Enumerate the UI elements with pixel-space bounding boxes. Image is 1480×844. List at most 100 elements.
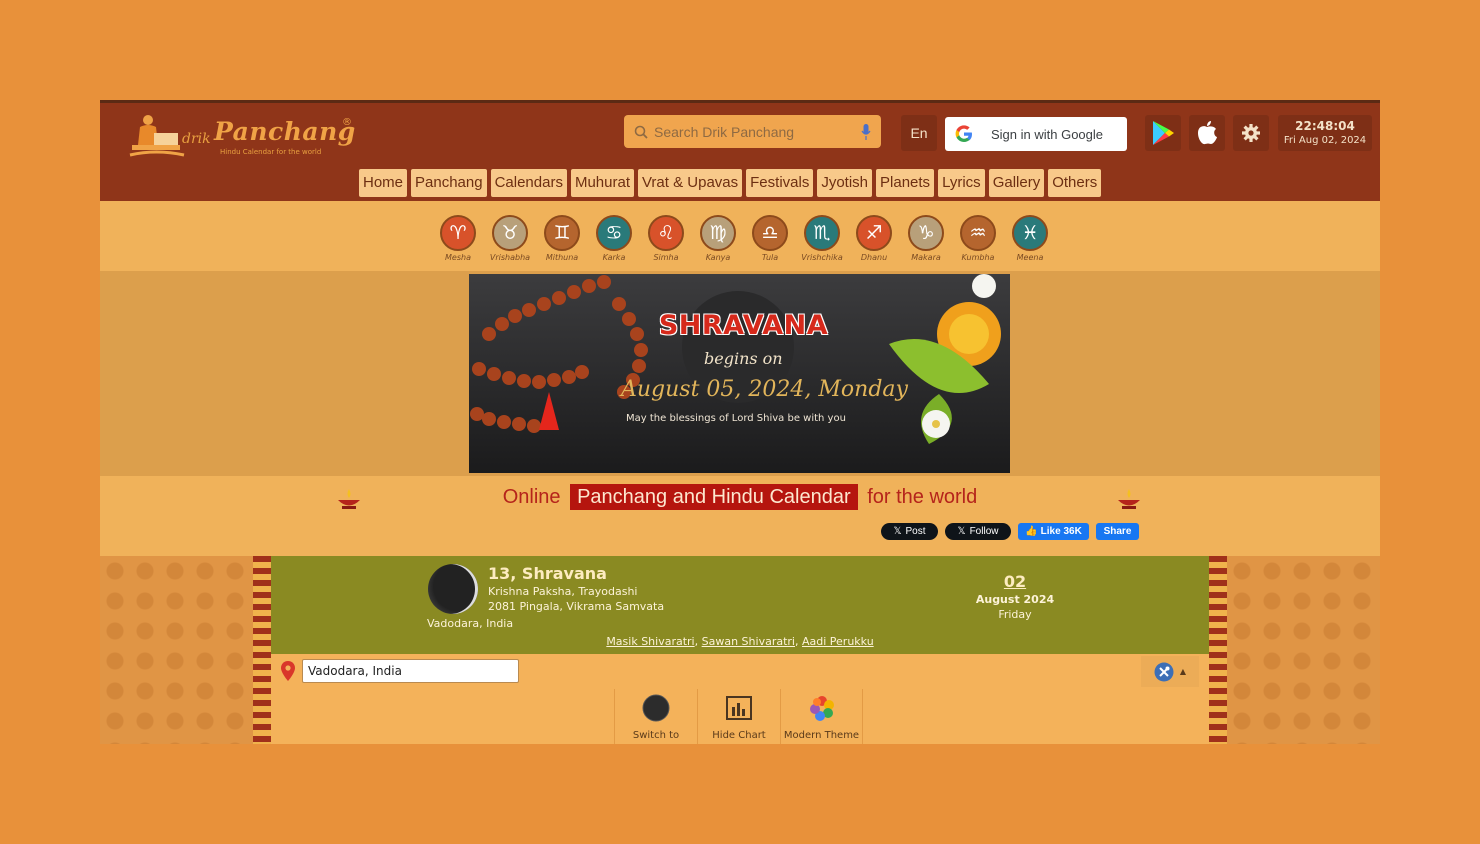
zodiac-label: Mithuna (545, 253, 579, 262)
nav-festivals[interactable]: Festivals (746, 169, 814, 197)
nav-home[interactable]: Home (359, 169, 408, 197)
sage-logo-icon (129, 115, 185, 157)
browser-viewport: drik Panchang ® Hindu Calendar for the w… (100, 100, 1380, 744)
separator: , (694, 635, 702, 648)
apple-icon (1198, 121, 1217, 145)
banner-date: August 05, 2024, Monday (621, 377, 908, 402)
microphone-icon[interactable] (861, 124, 871, 140)
decorative-pattern-left (100, 556, 253, 744)
city-input[interactable] (302, 659, 519, 683)
nav-others[interactable]: Others (1048, 169, 1102, 197)
modern-theme-button[interactable]: Modern Theme (780, 689, 863, 744)
registered-mark: ® (342, 117, 352, 128)
shravana-banner[interactable]: SHRAVANA begins on August 05, 2024, Mond… (469, 274, 1010, 473)
nav-muhurat[interactable]: Muhurat (570, 169, 634, 197)
paksha-text: Krishna Paksha, Trayodashi (488, 585, 638, 598)
zodiac-kanya-icon: ♍ (700, 215, 736, 251)
zodiac-dhanu[interactable]: ♐ Dhanu (848, 215, 900, 262)
facebook-share-label: Share (1103, 526, 1132, 537)
festival-links: Masik Shivaratri, Sawan Shivaratri, Aadi… (271, 635, 1209, 648)
location-label: Vadodara, India (427, 617, 514, 630)
nav-planets[interactable]: Planets (876, 169, 935, 197)
zodiac-karka[interactable]: ♋ Karka (588, 215, 640, 262)
separator: , (794, 635, 802, 648)
bar-chart-icon (726, 696, 752, 720)
search-input[interactable] (654, 123, 854, 140)
social-buttons: 𝕏 Post 𝕏 Follow 👍 Like 36K Share (881, 523, 1139, 540)
tools-toggle-button[interactable]: ▲ (1141, 656, 1199, 687)
nav-gallery[interactable]: Gallery (988, 169, 1045, 197)
zodiac-label: Vrishabha (489, 253, 531, 262)
tagline-highlight: Panchang and Hindu Calendar (570, 484, 858, 510)
facebook-like-button[interactable]: 👍 Like 36K (1018, 523, 1089, 540)
google-play-button[interactable] (1145, 115, 1181, 151)
zodiac-label: Kanya (705, 253, 731, 262)
zodiac-mithuna-icon: ♊ (544, 215, 580, 251)
zodiac-label: Kumbha (961, 253, 995, 262)
facebook-share-button[interactable]: Share (1096, 523, 1139, 540)
x-post-button[interactable]: 𝕏 Post (881, 523, 938, 540)
nav-vrat-upavas[interactable]: Vrat & Upavas (637, 169, 743, 197)
x-follow-button[interactable]: 𝕏 Follow (945, 523, 1011, 540)
date-month: August 2024 (975, 593, 1055, 606)
festival-link[interactable]: Sawan Shivaratri (702, 635, 795, 648)
site-header: drik Panchang ® Hindu Calendar for the w… (100, 100, 1380, 201)
google-icon (955, 125, 972, 142)
location-row: ▲ (271, 654, 1209, 689)
app-store-button[interactable] (1189, 115, 1225, 151)
nav-panchang[interactable]: Panchang (411, 169, 487, 197)
decorative-border-left (253, 556, 271, 744)
zodiac-karka-icon: ♋ (596, 215, 632, 251)
language-button[interactable]: En (901, 115, 937, 151)
zodiac-vrishchika[interactable]: ♏ Vrishchika (796, 215, 848, 262)
caret-up-icon: ▲ (1179, 667, 1187, 676)
x-post-label: Post (905, 526, 926, 537)
zodiac-label: Tula (761, 253, 779, 262)
x-icon: 𝕏 (957, 526, 966, 537)
diya-lamp-icon (1118, 489, 1140, 509)
festival-link[interactable]: Aadi Perukku (802, 635, 874, 648)
moon-phase-icon (428, 564, 478, 614)
zodiac-makara-icon: ♑ (908, 215, 944, 251)
zodiac-kumbha[interactable]: ♒ Kumbha (952, 215, 1004, 262)
nav-jyotish[interactable]: Jyotish (817, 169, 873, 197)
zodiac-tula-icon: ♎ (752, 215, 788, 251)
facebook-like-label: Like 36K (1040, 526, 1082, 537)
banner-band: SHRAVANA begins on August 05, 2024, Mond… (100, 271, 1380, 476)
x-icon: 𝕏 (893, 526, 902, 537)
gear-icon (1242, 124, 1260, 142)
panchang-content: 13, Shravana Krishna Paksha, Trayodashi … (271, 556, 1209, 744)
google-signin-button[interactable]: Sign in with Google (945, 117, 1127, 151)
gregorian-date: 02 August 2024 Friday (955, 572, 1075, 621)
site-logo[interactable]: drik Panchang ® Hindu Calendar for the w… (128, 111, 358, 159)
view-toolbar: Switch to Hide Chart Modern Theme (614, 689, 863, 744)
hide-chart-label: Hide Chart (712, 730, 766, 741)
zodiac-makara[interactable]: ♑ Makara (900, 215, 952, 262)
tools-icon (1154, 662, 1174, 681)
zodiac-mesha[interactable]: ♈ Mesha (432, 215, 484, 262)
zodiac-row: ♈ Mesha ♉ Vrishabha ♊ Mithuna ♋ Karka ♌ Simha ♍ Kan… (432, 215, 1056, 262)
search-box[interactable] (624, 115, 881, 148)
zodiac-simha[interactable]: ♌ Simha (640, 215, 692, 262)
date-day-link[interactable]: 02 (955, 572, 1075, 591)
hide-chart-button[interactable]: Hide Chart (697, 689, 780, 744)
zodiac-mithuna[interactable]: ♊ Mithuna (536, 215, 588, 262)
moon-dark-icon (642, 694, 670, 722)
zodiac-tula[interactable]: ♎ Tula (744, 215, 796, 262)
thumbs-up-icon: 👍 (1025, 526, 1038, 537)
festival-link[interactable]: Masik Shivaratri (606, 635, 694, 648)
zodiac-vrishabha[interactable]: ♉ Vrishabha (484, 215, 536, 262)
decorative-pattern-right (1227, 556, 1380, 744)
zodiac-label: Mesha (445, 253, 471, 262)
clock-date: Fri Aug 02, 2024 (1283, 135, 1367, 146)
nav-calendars[interactable]: Calendars (490, 169, 567, 197)
nav-lyrics[interactable]: Lyrics (938, 169, 985, 197)
zodiac-meena[interactable]: ♓ Meena (1004, 215, 1056, 262)
tagline-suffix: for the world (867, 486, 978, 508)
google-signin-label: Sign in with Google (991, 126, 1104, 142)
switch-to-button[interactable]: Switch to (614, 689, 697, 744)
settings-button[interactable] (1233, 115, 1269, 151)
zodiac-kanya[interactable]: ♍ Kanya (692, 215, 744, 262)
zodiac-label: Simha (653, 253, 679, 262)
clock-time: 22:48:04 (1295, 119, 1355, 133)
